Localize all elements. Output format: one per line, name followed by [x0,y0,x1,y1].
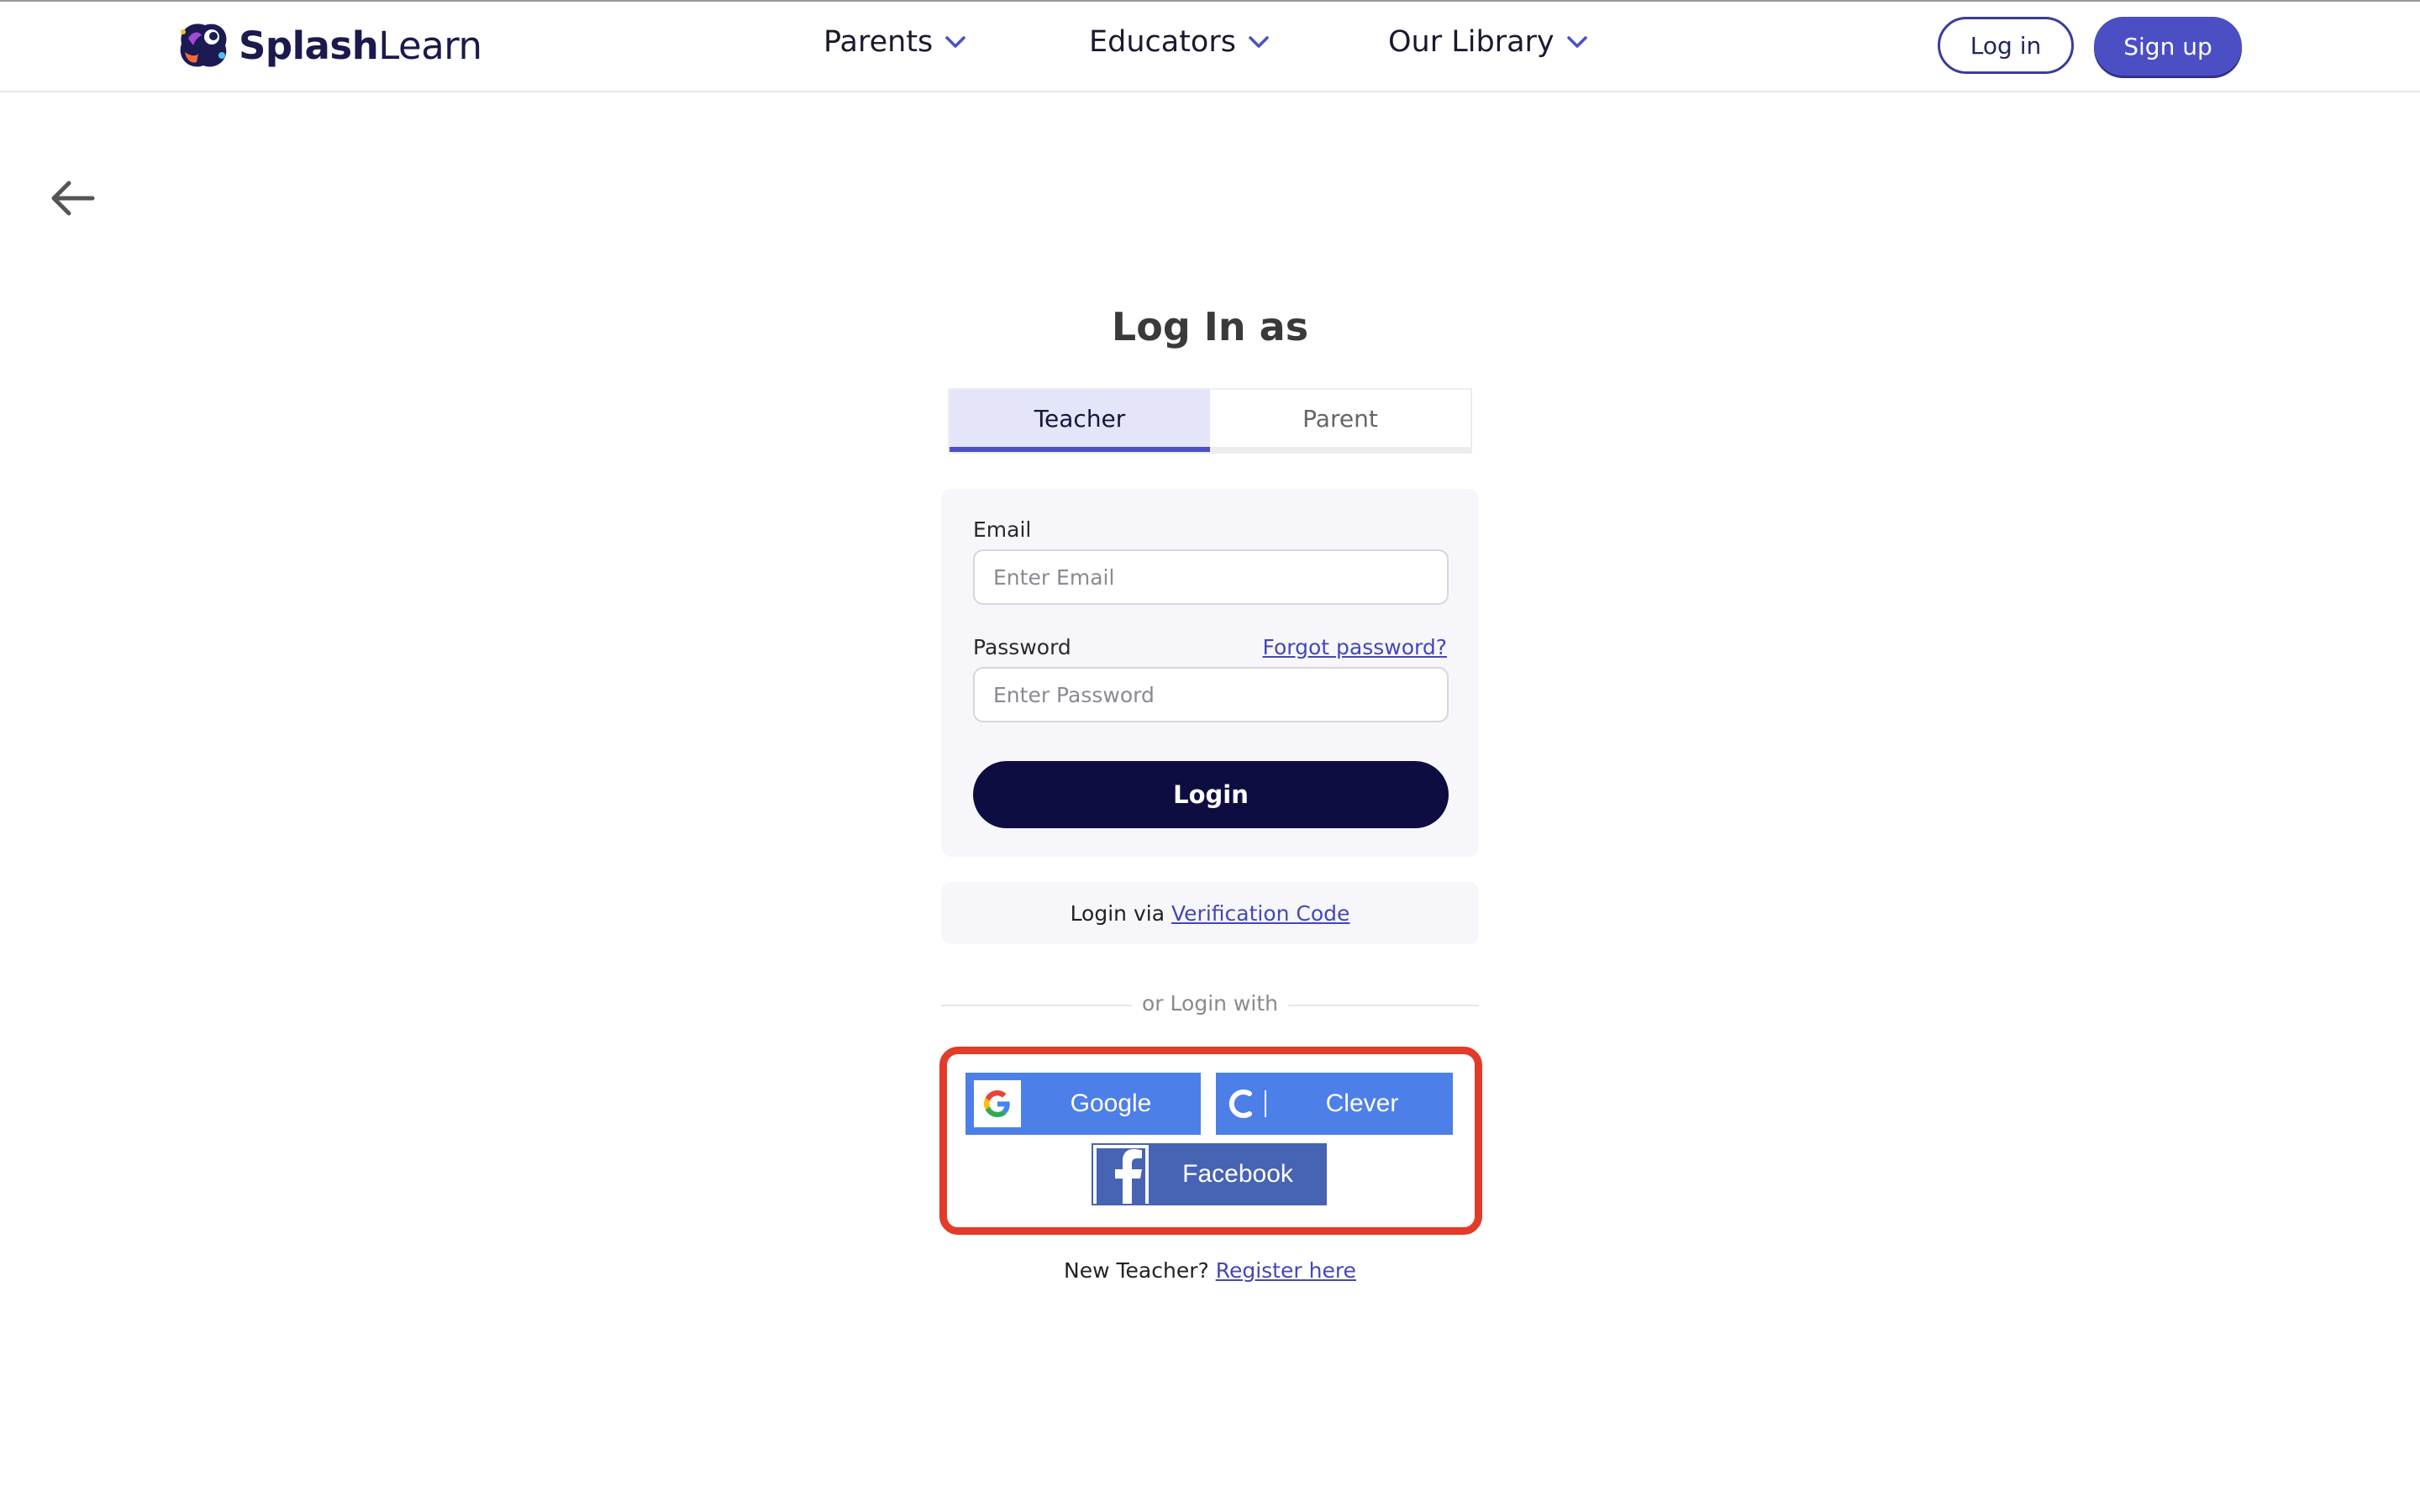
facebook-icon [1093,1145,1149,1204]
clever-icon [1224,1080,1271,1127]
facebook-login-label: Facebook [1182,1160,1293,1188]
nav-parents[interactable]: Parents [823,25,966,59]
google-icon [974,1080,1021,1127]
login-form-card: Email Password Forgot password? Login [941,489,1479,857]
chevron-down-icon [945,36,966,48]
role-tabs: Teacher Parent [950,390,1470,452]
register-prompt: New Teacher? Register here [941,1258,1479,1283]
tab-teacher[interactable]: Teacher [950,390,1210,452]
register-prefix: New Teacher? [1064,1258,1209,1283]
register-link[interactable]: Register here [1216,1258,1356,1283]
verification-prefix: Login via [1070,900,1165,926]
social-login-highlight: Google Clever Facebook [939,1047,1482,1235]
nav-educators[interactable]: Educators [1089,25,1270,59]
email-input[interactable] [973,549,1449,605]
google-login-label: Google [1070,1089,1152,1117]
site-header: SplashLearn Parents Educators Our Librar… [0,2,2420,92]
back-arrow-icon[interactable] [49,178,96,218]
clever-login-button[interactable]: Clever [1216,1073,1453,1135]
nav-our-library-label: Our Library [1388,25,1555,59]
chevron-down-icon [1566,36,1587,48]
splashlearn-logo[interactable]: SplashLearn [175,18,482,72]
password-label: Password [973,635,1071,659]
nav-educators-label: Educators [1089,25,1236,59]
divider-text: or Login with [1132,991,1288,1016]
tab-parent[interactable]: Parent [1210,390,1470,452]
header-login-button[interactable]: Log in [1938,17,2074,74]
social-divider: or Login with [941,990,1479,1020]
nav-parents-label: Parents [823,25,934,59]
splashlearn-logo-icon [180,24,227,67]
password-input[interactable] [973,667,1449,722]
header-signup-button[interactable]: Sign up [2094,17,2242,76]
clever-login-label: Clever [1325,1089,1399,1117]
page-title: Log In as [1111,304,1309,349]
login-button[interactable]: Login [973,761,1449,828]
email-label: Email [973,517,1032,542]
facebook-login-button[interactable]: Facebook [1092,1143,1327,1205]
forgot-password-link[interactable]: Forgot password? [1263,635,1448,659]
logo-wordmark: SplashLearn [239,23,482,68]
nav-our-library[interactable]: Our Library [1388,25,1588,59]
verification-login: Login via Verification Code [941,882,1479,944]
verification-code-link[interactable]: Verification Code [1171,901,1349,926]
chevron-down-icon [1249,36,1269,48]
google-login-button[interactable]: Google [965,1073,1201,1135]
